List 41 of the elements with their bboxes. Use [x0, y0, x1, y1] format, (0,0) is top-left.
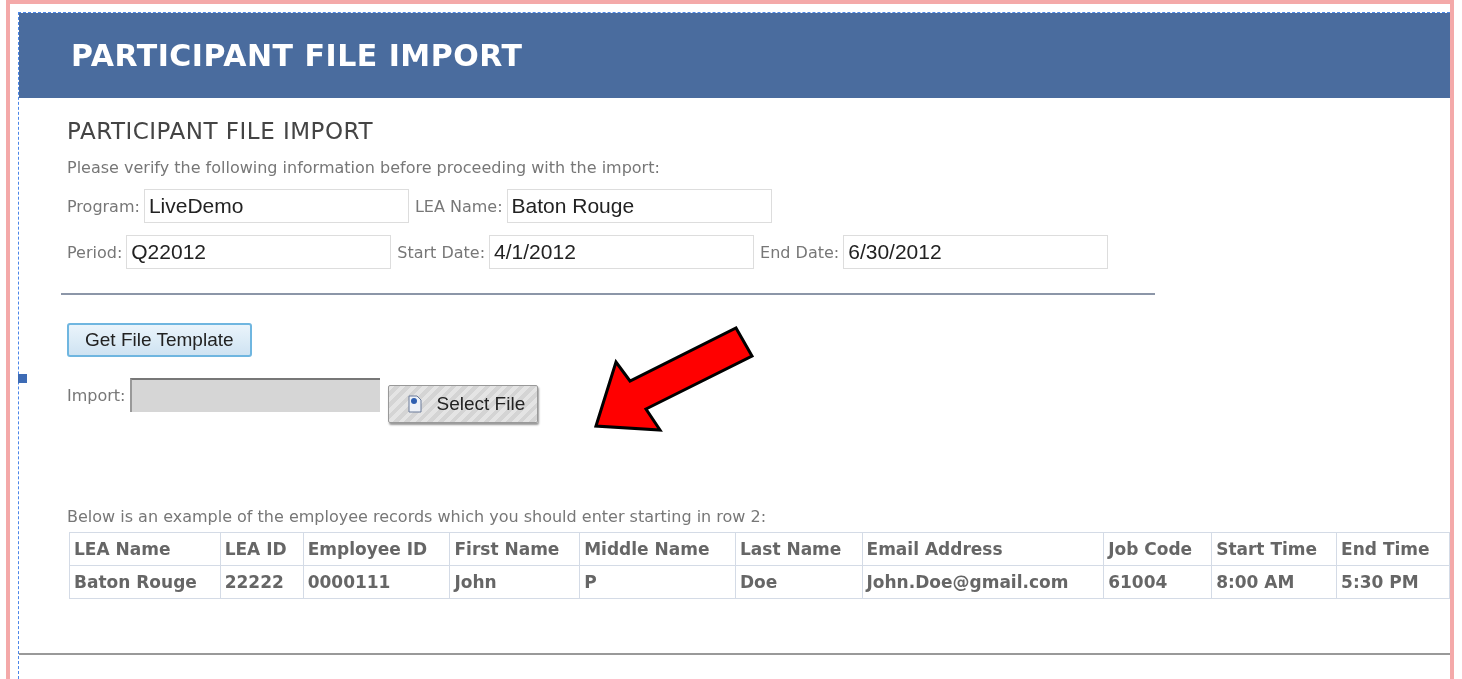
- column-header: Middle Name: [579, 532, 736, 566]
- column-header: Last Name: [735, 532, 862, 566]
- column-header: Email Address: [862, 532, 1104, 566]
- column-header: Start Time: [1211, 532, 1337, 566]
- input-field[interactable]: Baton Rouge: [506, 189, 772, 223]
- column-header: Employee ID: [303, 532, 450, 566]
- column-header: LEA Name: [69, 532, 221, 566]
- table-cell: 61004: [1103, 565, 1212, 599]
- table-cell: John.Doe@gmail.com: [862, 565, 1104, 599]
- field-label: Period:: [67, 242, 123, 262]
- input-field[interactable]: LiveDemo: [143, 189, 409, 223]
- table-cell: 0000111: [303, 565, 450, 599]
- pointer-arrow-icon: [594, 326, 754, 434]
- field-label: Program:: [67, 196, 140, 216]
- table-cell: John: [449, 565, 580, 599]
- select-file-button[interactable]: Select File: [387, 385, 539, 423]
- input-field[interactable]: 4/1/2012: [489, 235, 755, 269]
- table-cell: P: [579, 565, 736, 599]
- column-header: End Time: [1336, 532, 1450, 566]
- column-header: First Name: [449, 532, 580, 566]
- table-cell: 8:00 AM: [1211, 565, 1337, 599]
- input-field[interactable]: 6/30/2012: [843, 235, 1109, 269]
- file-icon: [406, 395, 423, 413]
- table-cell: Baton Rouge: [69, 565, 221, 599]
- example-caption: Below is an example of the employee records which you should enter starting in row 2:: [67, 507, 768, 526]
- import-label: Import:: [67, 385, 126, 405]
- field-label: LEA Name:: [414, 196, 503, 216]
- field-label: End Date:: [760, 242, 840, 262]
- input-field[interactable]: Q22012: [126, 235, 392, 269]
- column-header: Job Code: [1103, 532, 1212, 566]
- column-header: LEA ID: [220, 532, 304, 566]
- table-cell: 5:30 PM: [1336, 565, 1450, 599]
- selection-handle-icon: [18, 374, 27, 383]
- get-file-template-button[interactable]: Get File Template: [67, 323, 252, 357]
- page-title: PARTICIPANT FILE IMPORT: [71, 38, 523, 73]
- instructions-text: Please verify the following information before proceeding with the import:: [67, 158, 661, 177]
- section-title: PARTICIPANT FILE IMPORT: [67, 118, 374, 144]
- field-label: Start Date:: [397, 242, 486, 262]
- table-cell: Doe: [735, 565, 862, 599]
- table-cell: 22222: [220, 565, 304, 599]
- file-path-field[interactable]: [129, 378, 380, 412]
